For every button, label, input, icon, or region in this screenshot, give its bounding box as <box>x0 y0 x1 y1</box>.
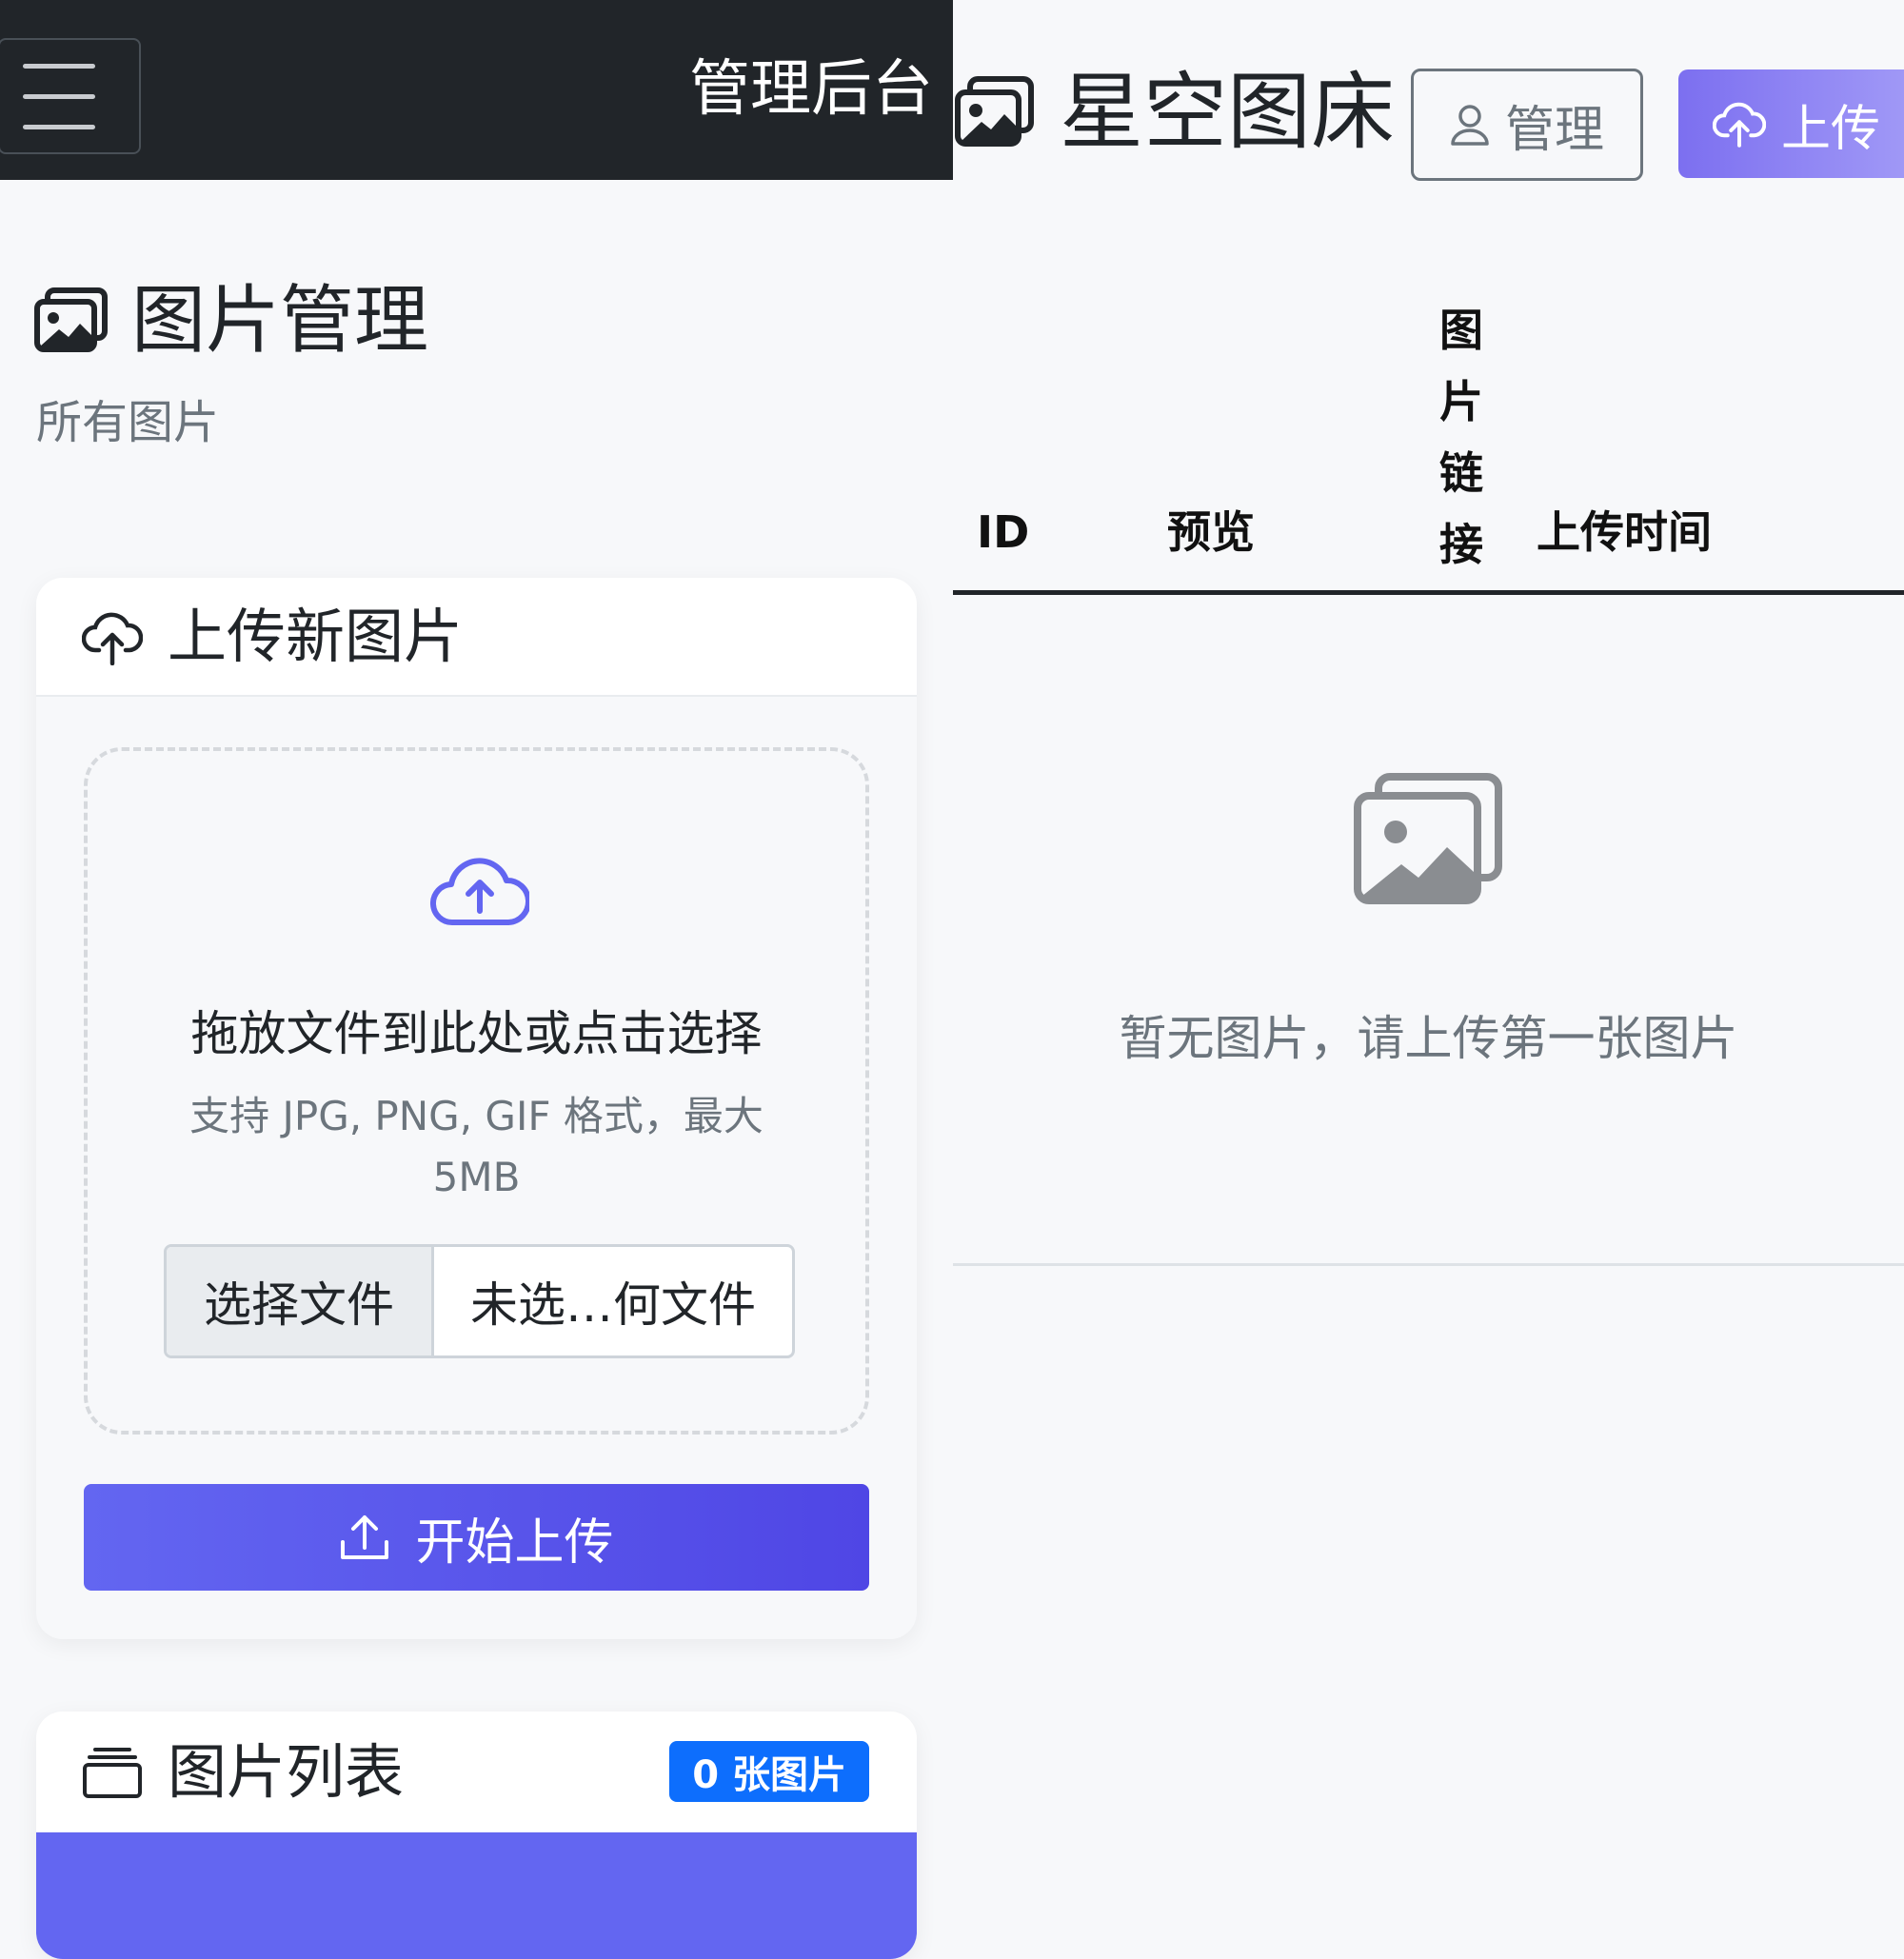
dropzone[interactable]: 拖放文件到此处或点击选择 支持 JPG, PNG, GIF 格式，最大 5MB … <box>84 747 869 1435</box>
upload-icon <box>339 1514 390 1561</box>
images-icon <box>1354 773 1502 906</box>
images-icon <box>34 287 109 354</box>
upload-button-label: 上传 <box>1781 100 1881 158</box>
table-header-divider <box>953 590 1904 595</box>
upload-card: 上传新图片 拖放文件到此处或点击选择 支持 JPG, PNG, GIF 格式，最… <box>36 578 917 1639</box>
site-brand-text: 星空图床 <box>1060 63 1396 161</box>
page-title-text: 图片管理 <box>131 278 429 364</box>
images-icon <box>955 76 1035 148</box>
file-input[interactable]: 选择文件 未选…何文件 <box>164 1244 795 1358</box>
image-list-title: 图片列表 <box>168 1736 405 1807</box>
image-list-table-header <box>36 1832 917 1959</box>
admin-navbar-title: 管理后台 <box>689 54 933 125</box>
cloud-upload-icon <box>82 608 143 665</box>
column-header-preview: 预览 <box>1167 506 1255 558</box>
cloud-arrow-up-icon <box>430 856 529 928</box>
upload-card-header: 上传新图片 <box>36 578 917 697</box>
collection-icon <box>82 1746 143 1799</box>
column-header-link: 图片链接 <box>1439 305 1483 570</box>
start-upload-label: 开始上传 <box>415 1514 614 1572</box>
site-brand[interactable]: 星空图床 <box>955 70 1395 154</box>
cloud-upload-icon <box>1713 100 1766 148</box>
file-status-text: 未选…何文件 <box>470 1277 756 1333</box>
choose-file-button[interactable]: 选择文件 <box>167 1247 434 1355</box>
person-icon <box>1450 103 1490 147</box>
upload-card-title: 上传新图片 <box>168 601 464 671</box>
upload-button[interactable]: 上传 <box>1678 69 1904 178</box>
empty-state-text: 暂无图片，请上传第一张图片 <box>1119 1011 1738 1066</box>
column-header-time: 上传时间 <box>1537 506 1712 558</box>
admin-button[interactable]: 管理 <box>1411 69 1643 181</box>
image-count-badge: 0 张图片 <box>669 1741 869 1802</box>
start-upload-button[interactable]: 开始上传 <box>84 1484 869 1591</box>
admin-button-label: 管理 <box>1504 101 1604 159</box>
table-bottom-divider <box>953 1263 1904 1266</box>
image-list-card: 图片列表 0 张图片 <box>36 1712 917 1959</box>
hamburger-menu-icon[interactable] <box>0 38 141 154</box>
page-subtitle: 所有图片 <box>36 396 220 449</box>
page-title: 图片管理 <box>34 284 428 358</box>
dropzone-main-text: 拖放文件到此处或点击选择 <box>190 1006 763 1061</box>
column-header-id: ID <box>977 506 1030 558</box>
dropzone-hint-text: 支持 JPG, PNG, GIF 格式，最大 5MB <box>189 1093 764 1200</box>
